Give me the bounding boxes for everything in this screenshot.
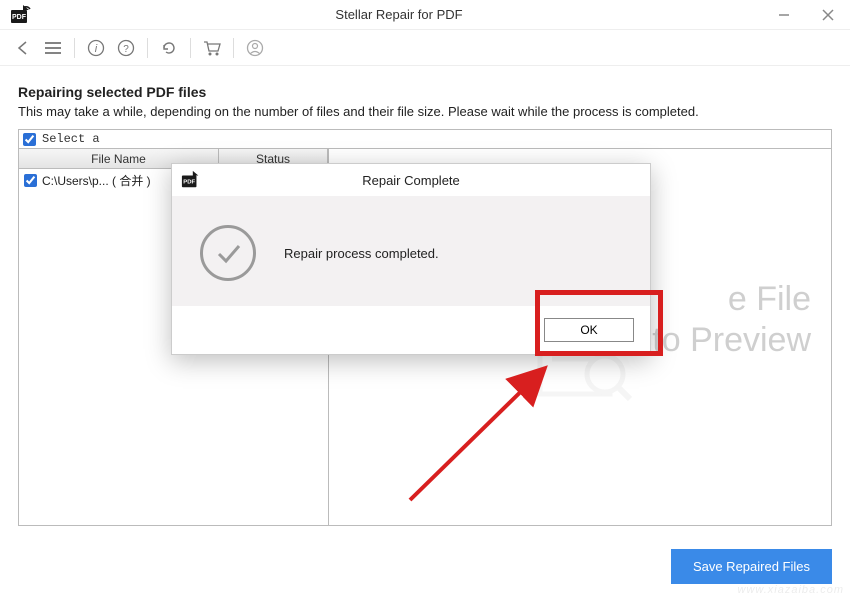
row-checkbox[interactable]	[24, 174, 37, 187]
row-file-name: C:\Users\p... ( 合并 )	[42, 172, 151, 189]
title-bar: PDF Stellar Repair for PDF	[0, 0, 850, 30]
success-check-icon	[200, 225, 256, 281]
dialog-message: Repair process completed.	[284, 246, 439, 261]
ok-button[interactable]: OK	[544, 318, 634, 342]
select-all-checkbox[interactable]	[23, 133, 36, 146]
footer: Save Repaired Files	[671, 549, 832, 584]
select-all-row: Select a	[18, 129, 832, 148]
window-controls	[762, 0, 850, 30]
minimize-button[interactable]	[762, 0, 806, 30]
user-button[interactable]	[242, 35, 268, 61]
back-button[interactable]	[10, 35, 36, 61]
cart-button[interactable]	[199, 35, 225, 61]
dialog-titlebar: PDF Repair Complete	[172, 164, 650, 196]
page-heading: Repairing selected PDF files	[18, 84, 832, 100]
app-logo-icon: PDF	[6, 0, 36, 30]
toolbar: i ?	[0, 30, 850, 66]
help-button[interactable]: ?	[113, 35, 139, 61]
close-button[interactable]	[806, 0, 850, 30]
preview-placeholder-text: e File to Preview	[652, 279, 811, 361]
toolbar-separator	[233, 38, 234, 58]
save-repaired-files-button[interactable]: Save Repaired Files	[671, 549, 832, 584]
select-all-label: Select a	[42, 132, 100, 146]
toolbar-separator	[147, 38, 148, 58]
dialog-title: Repair Complete	[212, 173, 610, 188]
refresh-button[interactable]	[156, 35, 182, 61]
dialog-logo-icon: PDF	[180, 169, 202, 191]
menu-button[interactable]	[40, 35, 66, 61]
watermark: www.xiazaiba.com	[738, 584, 844, 596]
dialog-body: Repair process completed.	[172, 196, 650, 306]
dialog-footer: OK	[172, 306, 650, 354]
svg-text:i: i	[95, 43, 98, 55]
toolbar-separator	[74, 38, 75, 58]
svg-text:?: ?	[123, 44, 129, 55]
info-button[interactable]: i	[83, 35, 109, 61]
svg-text:PDF: PDF	[183, 180, 195, 186]
svg-text:PDF: PDF	[12, 14, 27, 21]
window-title: Stellar Repair for PDF	[36, 7, 762, 22]
toolbar-separator	[190, 38, 191, 58]
page-subheading: This may take a while, depending on the …	[18, 104, 832, 119]
repair-complete-dialog: PDF Repair Complete Repair process compl…	[171, 163, 651, 355]
